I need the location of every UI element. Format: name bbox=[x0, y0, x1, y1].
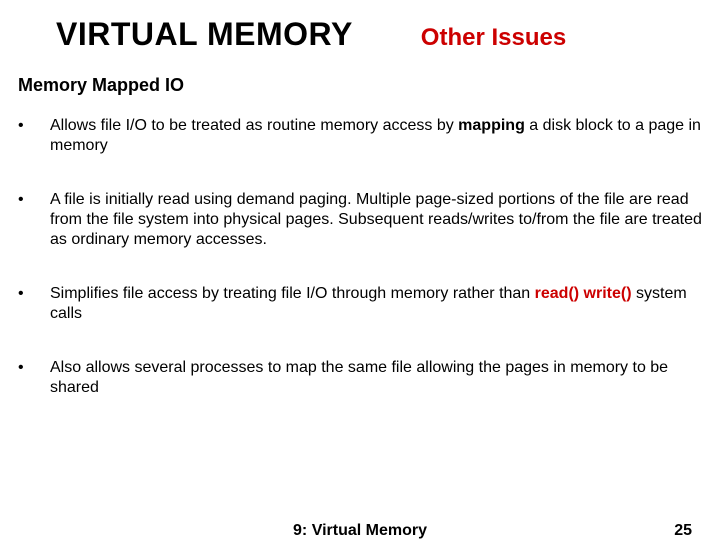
footer-title: 9: Virtual Memory bbox=[0, 522, 720, 540]
bullet-marker: • bbox=[18, 284, 50, 324]
slide-header: VIRTUAL MEMORY Other Issues bbox=[18, 16, 702, 53]
text-run: Simplifies file access by treating file … bbox=[50, 285, 535, 302]
bullet-text: Allows file I/O to be treated as routine… bbox=[50, 116, 702, 156]
slide-title: VIRTUAL MEMORY bbox=[56, 16, 353, 53]
text-bold: mapping bbox=[458, 117, 525, 134]
bullet-marker: • bbox=[18, 116, 50, 156]
text-run: Allows file I/O to be treated as routine… bbox=[50, 117, 458, 134]
footer-page-number: 25 bbox=[674, 522, 692, 540]
text-code: read() write() bbox=[535, 285, 632, 302]
slide: VIRTUAL MEMORY Other Issues Memory Mappe… bbox=[0, 0, 720, 540]
bullet-marker: • bbox=[18, 190, 50, 250]
bullet-text: Also allows several processes to map the… bbox=[50, 358, 702, 398]
bullet-text: A file is initially read using demand pa… bbox=[50, 190, 702, 250]
bullet-list: • Allows file I/O to be treated as routi… bbox=[18, 116, 702, 398]
bullet-marker: • bbox=[18, 358, 50, 398]
bullet-item: • Simplifies file access by treating fil… bbox=[18, 284, 702, 324]
bullet-item: • Allows file I/O to be treated as routi… bbox=[18, 116, 702, 156]
slide-subtitle: Other Issues bbox=[421, 24, 566, 52]
section-heading: Memory Mapped IO bbox=[18, 75, 702, 96]
bullet-item: • A file is initially read using demand … bbox=[18, 190, 702, 250]
bullet-text: Simplifies file access by treating file … bbox=[50, 284, 702, 324]
bullet-item: • Also allows several processes to map t… bbox=[18, 358, 702, 398]
